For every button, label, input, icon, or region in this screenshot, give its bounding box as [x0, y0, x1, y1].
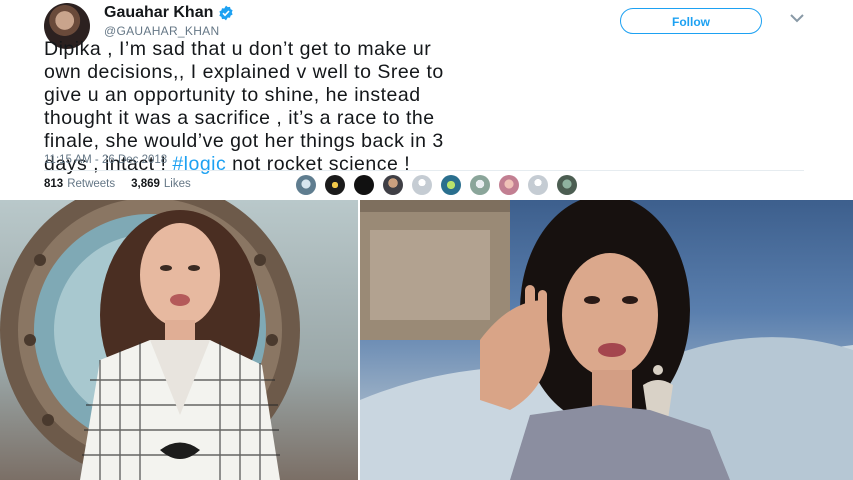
- photo-left-illustration: [0, 200, 300, 480]
- tweet-text-line: thought it was a sacrifice , it’s a race…: [44, 107, 435, 129]
- verified-badge-icon: [219, 5, 233, 21]
- likes-stat[interactable]: 3,869 Likes: [131, 178, 191, 190]
- tweet-text-line: give u an opportunity to shine, he inste…: [44, 84, 421, 106]
- author-name[interactable]: Gauahar Khan: [104, 4, 213, 22]
- author-name-row: Gauahar Khan: [104, 4, 234, 22]
- divider: [44, 170, 804, 171]
- engagement-stats: 813 Retweets 3,869 Likes: [44, 178, 191, 190]
- hashtag-link[interactable]: #logic: [172, 153, 226, 175]
- tweet-photos: [0, 200, 853, 480]
- follow-button[interactable]: Follow: [620, 8, 762, 34]
- author-handle[interactable]: @GAUAHAR_KHAN: [104, 24, 219, 38]
- liker-avatar[interactable]: [296, 175, 316, 195]
- tweet-timestamp[interactable]: 11:15 AM - 26 Dec 2018: [44, 154, 167, 166]
- liker-avatar[interactable]: [557, 175, 577, 195]
- liker-avatar[interactable]: [441, 175, 461, 195]
- liker-avatars: [296, 175, 586, 195]
- liker-avatar[interactable]: [354, 175, 374, 195]
- tweet-text-line: own decisions,, I explained v well to Sr…: [44, 61, 444, 83]
- photo-right[interactable]: [360, 200, 853, 480]
- tweet-text-line: Dipika , I’m sad that u don’t get to mak…: [44, 38, 432, 60]
- photo-left[interactable]: [0, 200, 358, 480]
- liker-avatar[interactable]: [528, 175, 548, 195]
- retweets-stat[interactable]: 813 Retweets: [44, 178, 131, 190]
- tweet-card: Gauahar Khan @GAUAHAR_KHAN Follow Dipika…: [0, 0, 853, 200]
- chevron-down-icon[interactable]: [790, 13, 804, 23]
- liker-avatar[interactable]: [412, 175, 432, 195]
- liker-avatar[interactable]: [325, 175, 345, 195]
- liker-avatar[interactable]: [470, 175, 490, 195]
- tweet-text-tail: not rocket science !: [226, 153, 411, 175]
- photo-right-illustration: [360, 200, 853, 480]
- liker-avatar[interactable]: [499, 175, 519, 195]
- tweet-text-line: finale, she would’ve got her things back…: [44, 130, 444, 152]
- liker-avatar[interactable]: [383, 175, 403, 195]
